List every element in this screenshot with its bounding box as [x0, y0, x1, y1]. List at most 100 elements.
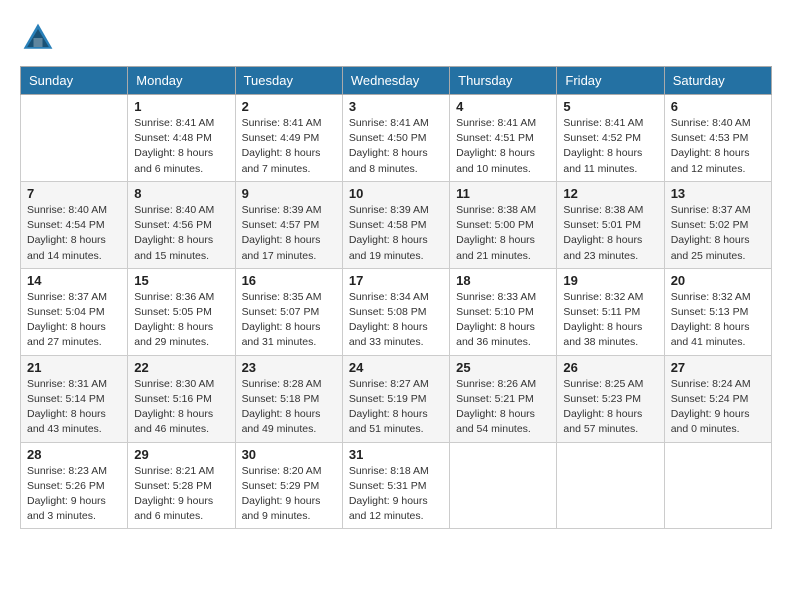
week-row-2: 7 Sunrise: 8:40 AM Sunset: 4:54 PM Daylig…	[21, 181, 772, 268]
day-info-10: Sunrise: 8:39 AM Sunset: 4:58 PM Dayligh…	[349, 203, 443, 264]
day-cell-5: 5 Sunrise: 8:41 AM Sunset: 4:52 PM Daylig…	[557, 95, 664, 182]
day-cell-25: 25 Sunrise: 8:26 AM Sunset: 5:21 PM Dayli…	[450, 355, 557, 442]
weekday-header-monday: Monday	[128, 67, 235, 95]
day-cell-20: 20 Sunrise: 8:32 AM Sunset: 5:13 PM Dayli…	[664, 268, 771, 355]
day-cell-28: 28 Sunrise: 8:23 AM Sunset: 5:26 PM Dayli…	[21, 442, 128, 529]
day-cell-22: 22Sunrise: 8:30 AM Sunset: 5:16 PM Dayli…	[128, 355, 235, 442]
day-cell-10: 10 Sunrise: 8:39 AM Sunset: 4:58 PM Dayli…	[342, 181, 449, 268]
day-number-24: 24	[349, 360, 443, 375]
day-cell-24: 24 Sunrise: 8:27 AM Sunset: 5:19 PM Dayli…	[342, 355, 449, 442]
empty-cell	[557, 442, 664, 529]
day-cell-29: 29 Sunrise: 8:21 AM Sunset: 5:28 PM Dayli…	[128, 442, 235, 529]
day-cell-9: 9 Sunrise: 8:39 AM Sunset: 4:57 PM Daylig…	[235, 181, 342, 268]
day-cell-21: 21 Sunrise: 8:31 AM Sunset: 5:14 PM Dayli…	[21, 355, 128, 442]
day-number-8: 8	[134, 186, 228, 201]
day-number-21: 21	[27, 360, 121, 375]
day-info-14: Sunrise: 8:37 AM Sunset: 5:04 PM Dayligh…	[27, 290, 121, 351]
header	[20, 20, 772, 56]
day-info-15: Sunrise: 8:36 AM Sunset: 5:05 PM Dayligh…	[134, 290, 228, 351]
day-info-25: Sunrise: 8:26 AM Sunset: 5:21 PM Dayligh…	[456, 377, 550, 438]
day-cell-27: 27 Sunrise: 8:24 AM Sunset: 5:24 PM Dayli…	[664, 355, 771, 442]
day-info-17: Sunrise: 8:34 AM Sunset: 5:08 PM Dayligh…	[349, 290, 443, 351]
weekday-header-sunday: Sunday	[21, 67, 128, 95]
day-number-5: 5	[563, 99, 657, 114]
day-number-31: 31	[349, 447, 443, 462]
day-cell-15: 15Sunrise: 8:36 AM Sunset: 5:05 PM Dayli…	[128, 268, 235, 355]
day-info-1: Sunrise: 8:41 AM Sunset: 4:48 PM Dayligh…	[134, 116, 228, 177]
day-number-26: 26	[563, 360, 657, 375]
day-cell-3: 3 Sunrise: 8:41 AM Sunset: 4:50 PM Daylig…	[342, 95, 449, 182]
day-number-1: 1	[134, 99, 228, 114]
calendar-body: 1 Sunrise: 8:41 AM Sunset: 4:48 PM Daylig…	[21, 95, 772, 529]
day-cell-11: 11 Sunrise: 8:38 AM Sunset: 5:00 PM Dayli…	[450, 181, 557, 268]
day-cell-23: 23 Sunrise: 8:28 AM Sunset: 5:18 PM Dayli…	[235, 355, 342, 442]
day-number-19: 19	[563, 273, 657, 288]
logo	[20, 20, 62, 56]
day-info-2: Sunrise: 8:41 AM Sunset: 4:49 PM Dayligh…	[242, 116, 336, 177]
day-number-17: 17	[349, 273, 443, 288]
day-number-12: 12	[563, 186, 657, 201]
day-cell-8: 8Sunrise: 8:40 AM Sunset: 4:56 PM Daylig…	[128, 181, 235, 268]
day-number-18: 18	[456, 273, 550, 288]
calendar-header: SundayMondayTuesdayWednesdayThursdayFrid…	[21, 67, 772, 95]
day-cell-19: 19Sunrise: 8:32 AM Sunset: 5:11 PM Dayli…	[557, 268, 664, 355]
day-cell-14: 14 Sunrise: 8:37 AM Sunset: 5:04 PM Dayli…	[21, 268, 128, 355]
day-info-24: Sunrise: 8:27 AM Sunset: 5:19 PM Dayligh…	[349, 377, 443, 438]
day-cell-31: 31 Sunrise: 8:18 AM Sunset: 5:31 PM Dayli…	[342, 442, 449, 529]
day-number-25: 25	[456, 360, 550, 375]
day-number-23: 23	[242, 360, 336, 375]
day-number-29: 29	[134, 447, 228, 462]
day-cell-26: 26 Sunrise: 8:25 AM Sunset: 5:23 PM Dayli…	[557, 355, 664, 442]
day-cell-17: 17 Sunrise: 8:34 AM Sunset: 5:08 PM Dayli…	[342, 268, 449, 355]
day-info-31: Sunrise: 8:18 AM Sunset: 5:31 PM Dayligh…	[349, 464, 443, 525]
day-number-10: 10	[349, 186, 443, 201]
day-info-9: Sunrise: 8:39 AM Sunset: 4:57 PM Dayligh…	[242, 203, 336, 264]
empty-cell	[664, 442, 771, 529]
day-info-30: Sunrise: 8:20 AM Sunset: 5:29 PM Dayligh…	[242, 464, 336, 525]
weekday-header-tuesday: Tuesday	[235, 67, 342, 95]
day-number-16: 16	[242, 273, 336, 288]
day-cell-12: 12 Sunrise: 8:38 AM Sunset: 5:01 PM Dayli…	[557, 181, 664, 268]
day-info-20: Sunrise: 8:32 AM Sunset: 5:13 PM Dayligh…	[671, 290, 765, 351]
day-cell-2: 2Sunrise: 8:41 AM Sunset: 4:49 PM Daylig…	[235, 95, 342, 182]
day-cell-30: 30 Sunrise: 8:20 AM Sunset: 5:29 PM Dayli…	[235, 442, 342, 529]
day-cell-6: 6Sunrise: 8:40 AM Sunset: 4:53 PM Daylig…	[664, 95, 771, 182]
day-number-3: 3	[349, 99, 443, 114]
day-number-6: 6	[671, 99, 765, 114]
day-cell-4: 4Sunrise: 8:41 AM Sunset: 4:51 PM Daylig…	[450, 95, 557, 182]
weekday-header-friday: Friday	[557, 67, 664, 95]
day-number-13: 13	[671, 186, 765, 201]
day-cell-7: 7 Sunrise: 8:40 AM Sunset: 4:54 PM Daylig…	[21, 181, 128, 268]
day-info-23: Sunrise: 8:28 AM Sunset: 5:18 PM Dayligh…	[242, 377, 336, 438]
weekday-header-saturday: Saturday	[664, 67, 771, 95]
empty-cell	[21, 95, 128, 182]
day-number-11: 11	[456, 186, 550, 201]
week-row-3: 14 Sunrise: 8:37 AM Sunset: 5:04 PM Dayli…	[21, 268, 772, 355]
day-info-27: Sunrise: 8:24 AM Sunset: 5:24 PM Dayligh…	[671, 377, 765, 438]
day-info-12: Sunrise: 8:38 AM Sunset: 5:01 PM Dayligh…	[563, 203, 657, 264]
calendar-table: SundayMondayTuesdayWednesdayThursdayFrid…	[20, 66, 772, 529]
day-info-11: Sunrise: 8:38 AM Sunset: 5:00 PM Dayligh…	[456, 203, 550, 264]
day-info-29: Sunrise: 8:21 AM Sunset: 5:28 PM Dayligh…	[134, 464, 228, 525]
day-cell-18: 18 Sunrise: 8:33 AM Sunset: 5:10 PM Dayli…	[450, 268, 557, 355]
day-number-30: 30	[242, 447, 336, 462]
day-number-9: 9	[242, 186, 336, 201]
week-row-5: 28 Sunrise: 8:23 AM Sunset: 5:26 PM Dayli…	[21, 442, 772, 529]
day-info-28: Sunrise: 8:23 AM Sunset: 5:26 PM Dayligh…	[27, 464, 121, 525]
day-info-21: Sunrise: 8:31 AM Sunset: 5:14 PM Dayligh…	[27, 377, 121, 438]
day-info-26: Sunrise: 8:25 AM Sunset: 5:23 PM Dayligh…	[563, 377, 657, 438]
day-info-3: Sunrise: 8:41 AM Sunset: 4:50 PM Dayligh…	[349, 116, 443, 177]
day-info-18: Sunrise: 8:33 AM Sunset: 5:10 PM Dayligh…	[456, 290, 550, 351]
day-cell-1: 1 Sunrise: 8:41 AM Sunset: 4:48 PM Daylig…	[128, 95, 235, 182]
day-number-27: 27	[671, 360, 765, 375]
day-number-28: 28	[27, 447, 121, 462]
day-info-5: Sunrise: 8:41 AM Sunset: 4:52 PM Dayligh…	[563, 116, 657, 177]
day-info-22: Sunrise: 8:30 AM Sunset: 5:16 PM Dayligh…	[134, 377, 228, 438]
day-number-4: 4	[456, 99, 550, 114]
week-row-4: 21 Sunrise: 8:31 AM Sunset: 5:14 PM Dayli…	[21, 355, 772, 442]
day-info-7: Sunrise: 8:40 AM Sunset: 4:54 PM Dayligh…	[27, 203, 121, 264]
day-number-20: 20	[671, 273, 765, 288]
weekday-header-wednesday: Wednesday	[342, 67, 449, 95]
day-number-14: 14	[27, 273, 121, 288]
day-number-7: 7	[27, 186, 121, 201]
